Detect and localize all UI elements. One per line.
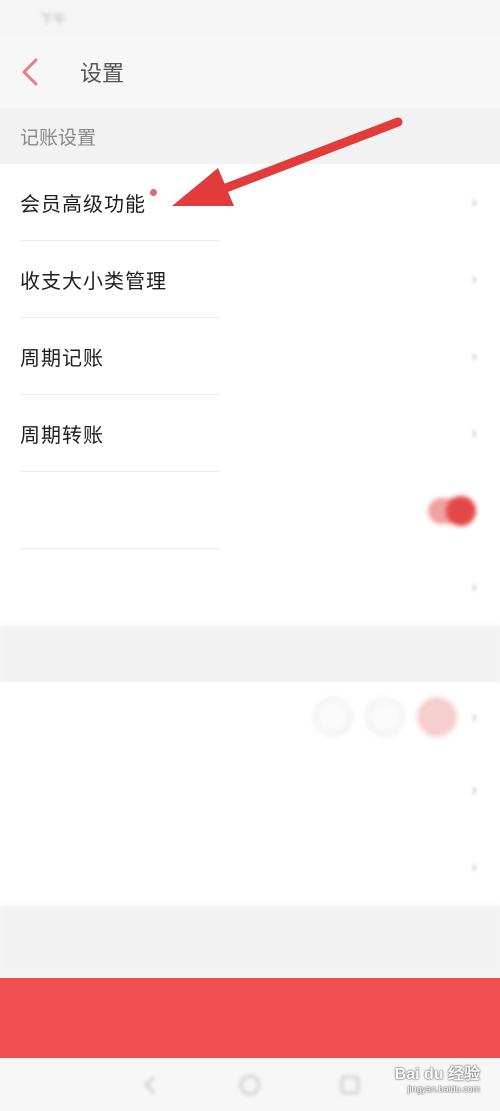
chevron-right-icon: › <box>470 706 478 728</box>
nav-bar: 设置 <box>0 36 500 108</box>
item-label: 会员高级功能 <box>20 192 146 216</box>
item-recurring-transfer[interactable]: 周期转账 › <box>0 395 500 472</box>
chevron-right-icon: › <box>470 780 478 801</box>
item-label: 周期记账 <box>20 346 104 370</box>
back-button[interactable] <box>0 36 60 108</box>
chevron-right-icon: › <box>470 857 478 878</box>
toggle-switch[interactable] <box>428 495 476 526</box>
back-nav-icon[interactable] <box>138 1073 162 1097</box>
item-blurred-setting[interactable]: › <box>0 549 500 626</box>
chevron-left-icon <box>22 58 38 86</box>
page-title: 设置 <box>80 62 125 87</box>
item-theme[interactable]: › <box>0 682 500 752</box>
item-recurring-bookkeeping[interactable]: 周期记账 › <box>0 318 500 395</box>
watermark-brand: Bai du 经验 <box>394 1066 480 1083</box>
chevron-right-icon: › <box>470 269 478 290</box>
item-label: 周期转账 <box>20 423 104 447</box>
theme-color-options[interactable] <box>314 698 456 736</box>
chevron-right-icon: › <box>470 192 478 213</box>
watermark-url: jingyan.baidu.com <box>407 1084 480 1094</box>
theme-option-selected[interactable] <box>418 698 456 736</box>
logout-button[interactable] <box>0 978 500 1058</box>
baidu-watermark: Bai du 经验 jingyan.baidu.com <box>395 1060 480 1094</box>
item-category-management[interactable]: 收支大小类管理 › <box>0 241 500 318</box>
section-header-theme <box>0 626 500 682</box>
item-toggle-setting[interactable] <box>0 472 500 549</box>
section-header-misc <box>0 906 500 970</box>
item-reminder[interactable]: › <box>0 752 500 829</box>
chevron-right-icon: › <box>470 346 478 367</box>
status-bar: 下午 <box>0 0 500 36</box>
item-label: 收支大小类管理 <box>20 269 167 293</box>
home-nav-icon[interactable] <box>238 1073 262 1097</box>
section-header-bookkeeping: 记账设置 <box>0 108 500 164</box>
toggle-knob <box>446 495 476 526</box>
item-member-features[interactable]: 会员高级功能 › <box>0 164 500 241</box>
theme-option[interactable] <box>314 698 352 736</box>
chevron-right-icon: › <box>470 577 478 598</box>
theme-option[interactable] <box>366 698 404 736</box>
status-time: 下午 <box>40 12 67 28</box>
new-badge <box>150 189 157 196</box>
recents-nav-icon[interactable] <box>338 1073 362 1097</box>
chevron-right-icon: › <box>470 423 478 444</box>
item-display-setting[interactable]: › <box>0 829 500 906</box>
